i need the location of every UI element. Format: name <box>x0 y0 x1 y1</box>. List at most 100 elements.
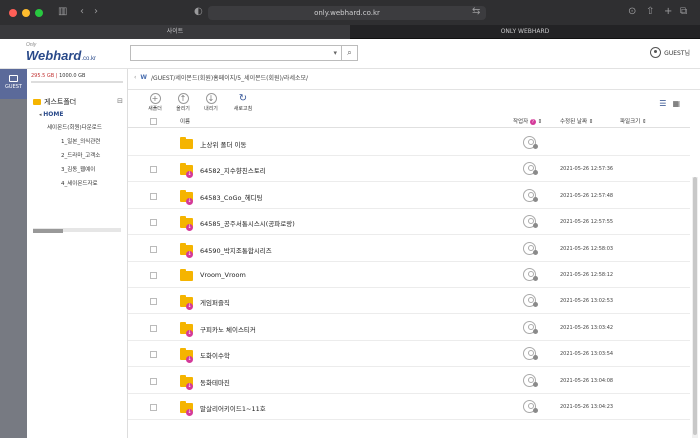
download-badge-icon: ↓ <box>186 171 193 179</box>
table-row[interactable]: ↓ 게임퍼즐직 2021-05-26 13:02:53 <box>128 288 690 315</box>
owner-avatar-icon <box>523 162 538 176</box>
row-checkbox[interactable] <box>150 166 157 174</box>
list-view-icon[interactable]: ☰ <box>659 99 666 108</box>
vertical-scrollbar[interactable] <box>692 177 698 438</box>
horizontal-scrollbar[interactable] <box>33 228 121 233</box>
tab-site[interactable]: 사이트 <box>0 25 350 39</box>
owner-avatar-icon <box>523 188 538 202</box>
site-header: Only Webhard.co.kr ▾ ⌕ GUEST님 <box>0 39 700 69</box>
site-logo[interactable]: Only Webhard.co.kr <box>26 42 96 65</box>
refresh-button[interactable]: ↻ 새로고침 <box>230 93 256 112</box>
breadcrumb: ‹ W /GUEST/세이몬드(회원)홈페이지/5_세이몬드(회원)/라세소모/ <box>134 74 309 82</box>
tree-home[interactable]: ◂ HOME <box>39 111 63 118</box>
table-row[interactable]: ↓ 구피카노 체이스티커 2021-05-26 13:03:42 <box>128 315 690 341</box>
folder-icon <box>180 269 193 281</box>
browser-window: ▥ ‹ › ◐ only.webhard.co.kr ⇆ ⊙ ⇧ + ⧉ 사이트… <box>0 0 700 438</box>
tree-item[interactable]: 2_드라마_고객소 <box>61 151 123 159</box>
new-folder-button[interactable]: + 새폴더 <box>142 93 168 112</box>
column-size[interactable]: 파일크기 ⇕ <box>620 117 647 125</box>
table-row[interactable]: 上상위 폴더 이동 <box>128 130 690 156</box>
table-row[interactable]: ↓ 64582_지수향친스토리 2021-05-26 12:57:36 <box>128 156 690 183</box>
folder-icon <box>33 99 41 105</box>
close-window-button[interactable] <box>9 9 17 17</box>
file-name[interactable]: 64585_공주서통시스시(공파로랑) <box>200 218 295 228</box>
minimize-window-button[interactable] <box>22 9 30 17</box>
modified-date: 2021-05-26 13:03:54 <box>560 351 614 358</box>
folder-icon <box>180 137 193 149</box>
download-manager-icon[interactable]: ⊙ <box>628 6 636 18</box>
table-header: 이름 작업자 ? ⇕ 수정된 날짜 ⇕ 파일크기 ⇕ <box>128 116 690 128</box>
row-checkbox[interactable] <box>150 298 157 306</box>
table-row[interactable]: ↓ 말살리어키이드1~11호 2021-05-26 13:04:23 <box>128 394 690 420</box>
download-button[interactable]: ↓ 내리기 <box>198 93 224 112</box>
address-bar[interactable]: only.webhard.co.kr <box>208 6 486 20</box>
chevron-down-icon[interactable]: ▾ <box>333 49 337 57</box>
tree-item[interactable]: 4_세이몬드자료 <box>61 179 123 187</box>
owner-avatar-icon <box>523 373 538 387</box>
tab-bar: 사이트 ONLY WEBHARD <box>0 25 700 39</box>
view-toggle: ☰ ▦ <box>659 99 680 108</box>
row-checkbox[interactable] <box>150 272 157 279</box>
owner-avatar-icon <box>523 241 538 255</box>
modified-date: 2021-05-26 12:58:12 <box>560 272 614 278</box>
left-rail: GUEST <box>0 69 27 438</box>
row-checkbox[interactable] <box>150 219 157 227</box>
download-badge-icon: ↓ <box>186 303 193 311</box>
row-checkbox[interactable] <box>150 324 157 332</box>
file-name[interactable]: 구피카노 체이스티커 <box>200 324 256 334</box>
column-name[interactable]: 이름 <box>180 117 190 125</box>
tree-item[interactable]: 1_일본_의식관련 <box>61 137 123 145</box>
grid-view-icon[interactable]: ▦ <box>672 99 680 108</box>
reader-icon[interactable]: ⇆ <box>472 6 480 18</box>
tab-overview-icon[interactable]: ⧉ <box>680 6 687 18</box>
toolbar: + 새폴더 ↑ 올리기 ↓ 내리기 ↻ 새로고침 ☰ ▦ <box>128 91 700 113</box>
shield-icon[interactable]: ◐ <box>194 6 203 18</box>
file-name[interactable]: 上상위 폴더 이동 <box>200 139 247 149</box>
table-row[interactable]: ↓ 64583_CoGo_헤디팅 2021-05-26 12:57:48 <box>128 183 690 209</box>
search-box[interactable]: ▾ ⌕ <box>130 45 358 61</box>
file-name[interactable]: 게임퍼즐직 <box>200 297 230 307</box>
maximize-window-button[interactable] <box>35 9 43 17</box>
table-row[interactable]: ↓ 동화테마진 2021-05-26 13:04:08 <box>128 368 690 394</box>
select-all-checkbox[interactable] <box>150 118 157 125</box>
row-checkbox[interactable] <box>150 404 157 411</box>
modified-date: 2021-05-26 12:58:03 <box>560 245 614 252</box>
file-name[interactable]: 64590_박지조통합시리즈 <box>200 245 272 255</box>
back-icon[interactable]: ‹ <box>80 6 84 18</box>
table-row[interactable]: ↓ 도화이수학 2021-05-26 13:03:54 <box>128 341 690 368</box>
share-icon[interactable]: ⇧ <box>646 6 654 18</box>
collapse-icon[interactable]: ⊟ <box>117 97 123 105</box>
search-icon[interactable]: ⌕ <box>341 46 357 60</box>
file-name[interactable]: 말살리어키이드1~11호 <box>200 403 266 413</box>
forward-icon[interactable]: › <box>94 6 98 18</box>
upload-button[interactable]: ↑ 올리기 <box>170 93 196 112</box>
sidebar-toggle-icon[interactable]: ▥ <box>58 6 67 18</box>
tree-item[interactable]: 3_김동_웹예이 <box>61 165 123 173</box>
file-name[interactable]: Vroom_Vroom <box>200 271 246 279</box>
column-owner[interactable]: 작업자 ? ⇕ <box>513 117 542 125</box>
row-checkbox[interactable] <box>150 192 157 200</box>
user-menu[interactable]: GUEST님 <box>650 47 690 58</box>
table-row[interactable]: ↓ 64590_박지조통합시리즈 2021-05-26 12:58:03 <box>128 236 690 262</box>
file-name[interactable]: 도화이수학 <box>200 350 230 360</box>
tab-only-webhard[interactable]: ONLY WEBHARD <box>350 25 700 39</box>
table-row[interactable]: Vroom_Vroom 2021-05-26 12:58:12 <box>128 262 690 288</box>
new-tab-icon[interactable]: + <box>664 6 672 18</box>
owner-avatar-icon <box>523 294 538 308</box>
table-row[interactable]: ↓ 64585_공주서통시스시(공파로랑) 2021-05-26 12:57:55 <box>128 209 690 236</box>
file-list-area: ‹ W /GUEST/세이몬드(회원)홈페이지/5_세이몬드(회원)/라세소모/… <box>128 69 700 438</box>
file-name[interactable]: 64582_지수향친스토리 <box>200 165 266 175</box>
chevron-left-icon[interactable]: ‹ <box>134 74 136 81</box>
file-name[interactable]: 64583_CoGo_헤디팅 <box>200 192 263 202</box>
user-icon <box>650 47 662 58</box>
row-checkbox[interactable] <box>150 245 157 253</box>
rail-guest-button[interactable]: GUEST <box>0 69 27 99</box>
row-checkbox[interactable] <box>150 351 157 359</box>
row-checkbox[interactable] <box>150 377 157 385</box>
tree-item[interactable]: 세이몬드(회원)다운로드 <box>47 123 123 131</box>
download-badge-icon: ↓ <box>186 250 193 258</box>
download-badge-icon: ↓ <box>186 382 193 390</box>
file-name[interactable]: 동화테마진 <box>200 377 230 387</box>
refresh-icon: ↻ <box>238 93 248 104</box>
column-modified[interactable]: 수정된 날짜 ⇕ <box>560 117 593 125</box>
